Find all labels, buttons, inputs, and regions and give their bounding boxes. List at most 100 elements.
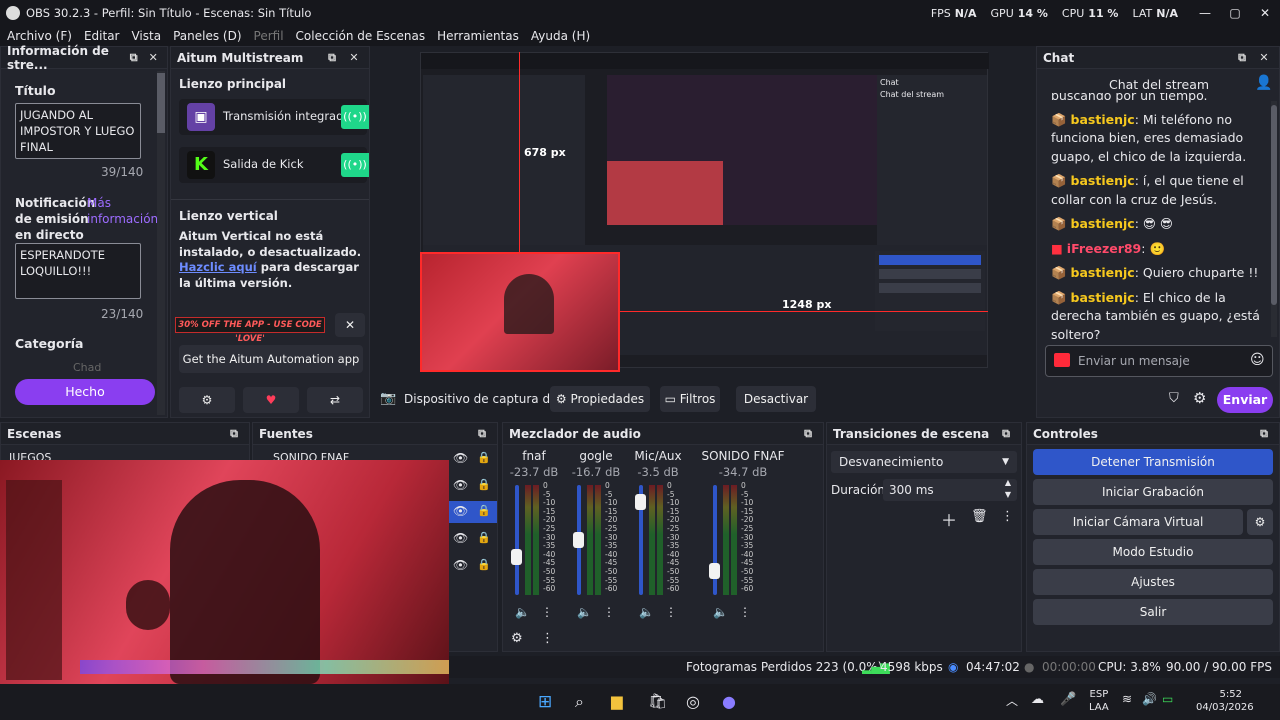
obs-taskbar-icon[interactable]: ◎ bbox=[686, 692, 700, 711]
chat-user[interactable]: iFreezer89 bbox=[1067, 241, 1141, 256]
chat-settings-icon[interactable]: ⚙ bbox=[1193, 389, 1206, 407]
minimize-icon[interactable]: — bbox=[1190, 6, 1220, 20]
menu-archivo[interactable]: Archivo (F) bbox=[7, 29, 72, 43]
visibility-icon[interactable]: 👁 bbox=[453, 504, 468, 518]
menu-vista[interactable]: Vista bbox=[131, 29, 161, 43]
maximize-icon[interactable]: ▢ bbox=[1220, 6, 1250, 20]
promo-banner[interactable]: 30% OFF THE APP - USE CODE 'LOVE' bbox=[175, 317, 325, 344]
visibility-icon[interactable]: 👁 bbox=[453, 478, 468, 492]
lock-icon[interactable]: 🔒 bbox=[477, 451, 491, 464]
float-icon[interactable]: ⧉ bbox=[999, 427, 1013, 441]
volume-slider-handle[interactable] bbox=[709, 562, 720, 579]
lock-icon[interactable]: 🔒 bbox=[477, 558, 491, 571]
mixer-menu-icon[interactable]: ⋮ bbox=[541, 631, 554, 646]
chat-user[interactable]: bastienjc bbox=[1071, 216, 1135, 231]
volume-slider-handle[interactable] bbox=[573, 532, 584, 548]
chat-user[interactable]: bastienjc bbox=[1071, 290, 1135, 305]
battery-icon[interactable]: ▭ bbox=[1162, 692, 1173, 706]
user-list-icon[interactable]: 👤 bbox=[1255, 75, 1272, 91]
close-dock-icon[interactable]: ✕ bbox=[147, 51, 159, 64]
windows-start-icon[interactable]: ⊞ bbox=[538, 692, 552, 712]
chat-input-box[interactable]: Enviar un mensaje ☺ bbox=[1045, 345, 1273, 377]
cloud-icon[interactable]: ☁ bbox=[1031, 692, 1044, 707]
channel-menu-icon[interactable]: ⋮ bbox=[541, 605, 553, 619]
duration-spinbox[interactable]: 300 ms ▲ ▼ bbox=[883, 477, 1017, 501]
speaker-icon[interactable]: 🔈 bbox=[639, 605, 654, 619]
filters-button[interactable]: ▭ Filtros bbox=[660, 386, 720, 412]
clock[interactable]: 5:52 04/03/2026 bbox=[1196, 688, 1254, 714]
deactivate-button[interactable]: Desactivar bbox=[736, 386, 816, 412]
promo-close-button[interactable]: ✕ bbox=[335, 313, 365, 337]
settings-button[interactable]: Ajustes bbox=[1033, 569, 1273, 595]
channel-menu-icon[interactable]: ⋮ bbox=[665, 605, 677, 619]
tray-chevron-icon[interactable]: ︿ bbox=[1006, 692, 1018, 709]
download-link[interactable]: Hazclic aquí bbox=[179, 260, 257, 274]
transition-select[interactable]: Desvanecimiento ▼ bbox=[831, 451, 1017, 473]
trash-icon[interactable]: 🗑 bbox=[971, 509, 988, 524]
studio-mode-button[interactable]: Modo Estudio bbox=[1033, 539, 1273, 565]
language-indicator[interactable]: ESP LAA bbox=[1089, 688, 1109, 714]
close-window-icon[interactable]: ✕ bbox=[1250, 6, 1280, 20]
virtual-camera-settings-icon[interactable]: ⚙ bbox=[1247, 509, 1273, 535]
send-button[interactable]: Enviar bbox=[1217, 387, 1273, 413]
visibility-icon[interactable]: 👁 bbox=[453, 451, 468, 465]
exit-button[interactable]: Salir bbox=[1033, 599, 1273, 625]
spin-icon[interactable]: ▲ ▼ bbox=[1005, 477, 1011, 501]
virtual-camera-button[interactable]: Iniciar Cámara Virtual bbox=[1033, 509, 1243, 535]
menu-paneles[interactable]: Paneles (D) bbox=[173, 29, 241, 43]
float-icon[interactable]: ⧉ bbox=[801, 427, 815, 441]
aitum-settings-button[interactable]: ⚙ bbox=[179, 387, 235, 413]
file-explorer-icon[interactable]: ▆ bbox=[611, 692, 623, 710]
wifi-icon[interactable]: ≋ bbox=[1122, 692, 1132, 706]
heart-button[interactable]: ♥ bbox=[243, 387, 299, 413]
menu-editar[interactable]: Editar bbox=[84, 29, 120, 43]
volume-slider-handle[interactable] bbox=[511, 548, 522, 565]
float-icon[interactable]: ⧉ bbox=[128, 51, 140, 65]
menu-coleccion[interactable]: Colección de Escenas bbox=[296, 29, 426, 43]
float-icon[interactable]: ⧉ bbox=[1235, 51, 1249, 65]
menu-perfil[interactable]: Perfil bbox=[254, 29, 284, 43]
chat-user[interactable]: bastienjc bbox=[1071, 112, 1135, 127]
float-icon[interactable]: ⧉ bbox=[227, 427, 241, 441]
chat-user[interactable]: bastienjc bbox=[1071, 173, 1135, 188]
preview-area[interactable]: Chat Chat del stream 678 px 1248 px bbox=[372, 46, 1034, 378]
speaker-icon[interactable]: 🔈 bbox=[713, 605, 728, 619]
lock-icon[interactable]: 🔒 bbox=[477, 531, 491, 544]
notification-input[interactable]: ESPERANDOTE LOQUILLO!!! bbox=[15, 243, 141, 299]
scrollbar[interactable] bbox=[157, 71, 165, 415]
discord-icon[interactable]: ● bbox=[722, 692, 736, 711]
volume-icon[interactable]: 🔊 bbox=[1142, 692, 1157, 706]
properties-button[interactable]: ⚙ Propiedades bbox=[550, 386, 650, 412]
volume-slider[interactable] bbox=[515, 485, 519, 595]
close-dock-icon[interactable]: ✕ bbox=[1257, 51, 1271, 64]
share-button[interactable]: ⇄ bbox=[307, 387, 363, 413]
add-transition-icon[interactable]: ＋ bbox=[941, 507, 957, 531]
emoji-icon[interactable]: ☺ bbox=[1250, 352, 1265, 368]
menu-ayuda[interactable]: Ayuda (H) bbox=[531, 29, 590, 43]
chat-user[interactable]: bastienjc bbox=[1071, 265, 1135, 280]
kick-toggle-button[interactable]: ((•)) bbox=[341, 153, 369, 177]
float-icon[interactable]: ⧉ bbox=[325, 51, 339, 65]
volume-slider-handle[interactable] bbox=[635, 493, 646, 510]
category-value[interactable]: Chad bbox=[73, 361, 101, 374]
menu-herramientas[interactable]: Herramientas bbox=[437, 29, 519, 43]
stop-stream-button[interactable]: Detener Transmisión bbox=[1033, 449, 1273, 475]
channel-menu-icon[interactable]: ⋮ bbox=[739, 605, 751, 619]
title-input[interactable]: JUGANDO AL IMPOSTOR Y LUEGO FINAL bbox=[15, 103, 141, 159]
float-icon[interactable]: ⧉ bbox=[1257, 427, 1271, 441]
close-dock-icon[interactable]: ✕ bbox=[347, 51, 361, 64]
visibility-icon[interactable]: 👁 bbox=[453, 531, 468, 545]
shield-icon[interactable]: ⛉ bbox=[1169, 391, 1179, 406]
lock-icon[interactable]: 🔒 bbox=[477, 504, 491, 517]
chat-scrollbar[interactable] bbox=[1271, 101, 1277, 337]
start-recording-button[interactable]: Iniciar Grabación bbox=[1033, 479, 1273, 505]
store-icon[interactable]: 🛍 bbox=[648, 692, 667, 710]
transition-menu-icon[interactable]: ⋮ bbox=[1001, 509, 1014, 524]
twitch-toggle-button[interactable]: ((•)) bbox=[341, 105, 369, 129]
more-info-link[interactable]: Más información bbox=[87, 195, 158, 227]
mixer-settings-icon[interactable]: ⚙ bbox=[511, 631, 523, 646]
visibility-icon[interactable]: 👁 bbox=[453, 558, 468, 572]
lock-icon[interactable]: 🔒 bbox=[477, 478, 491, 491]
automation-button[interactable]: Get the Aitum Automation app bbox=[179, 345, 363, 373]
selected-source-box[interactable] bbox=[420, 252, 620, 372]
